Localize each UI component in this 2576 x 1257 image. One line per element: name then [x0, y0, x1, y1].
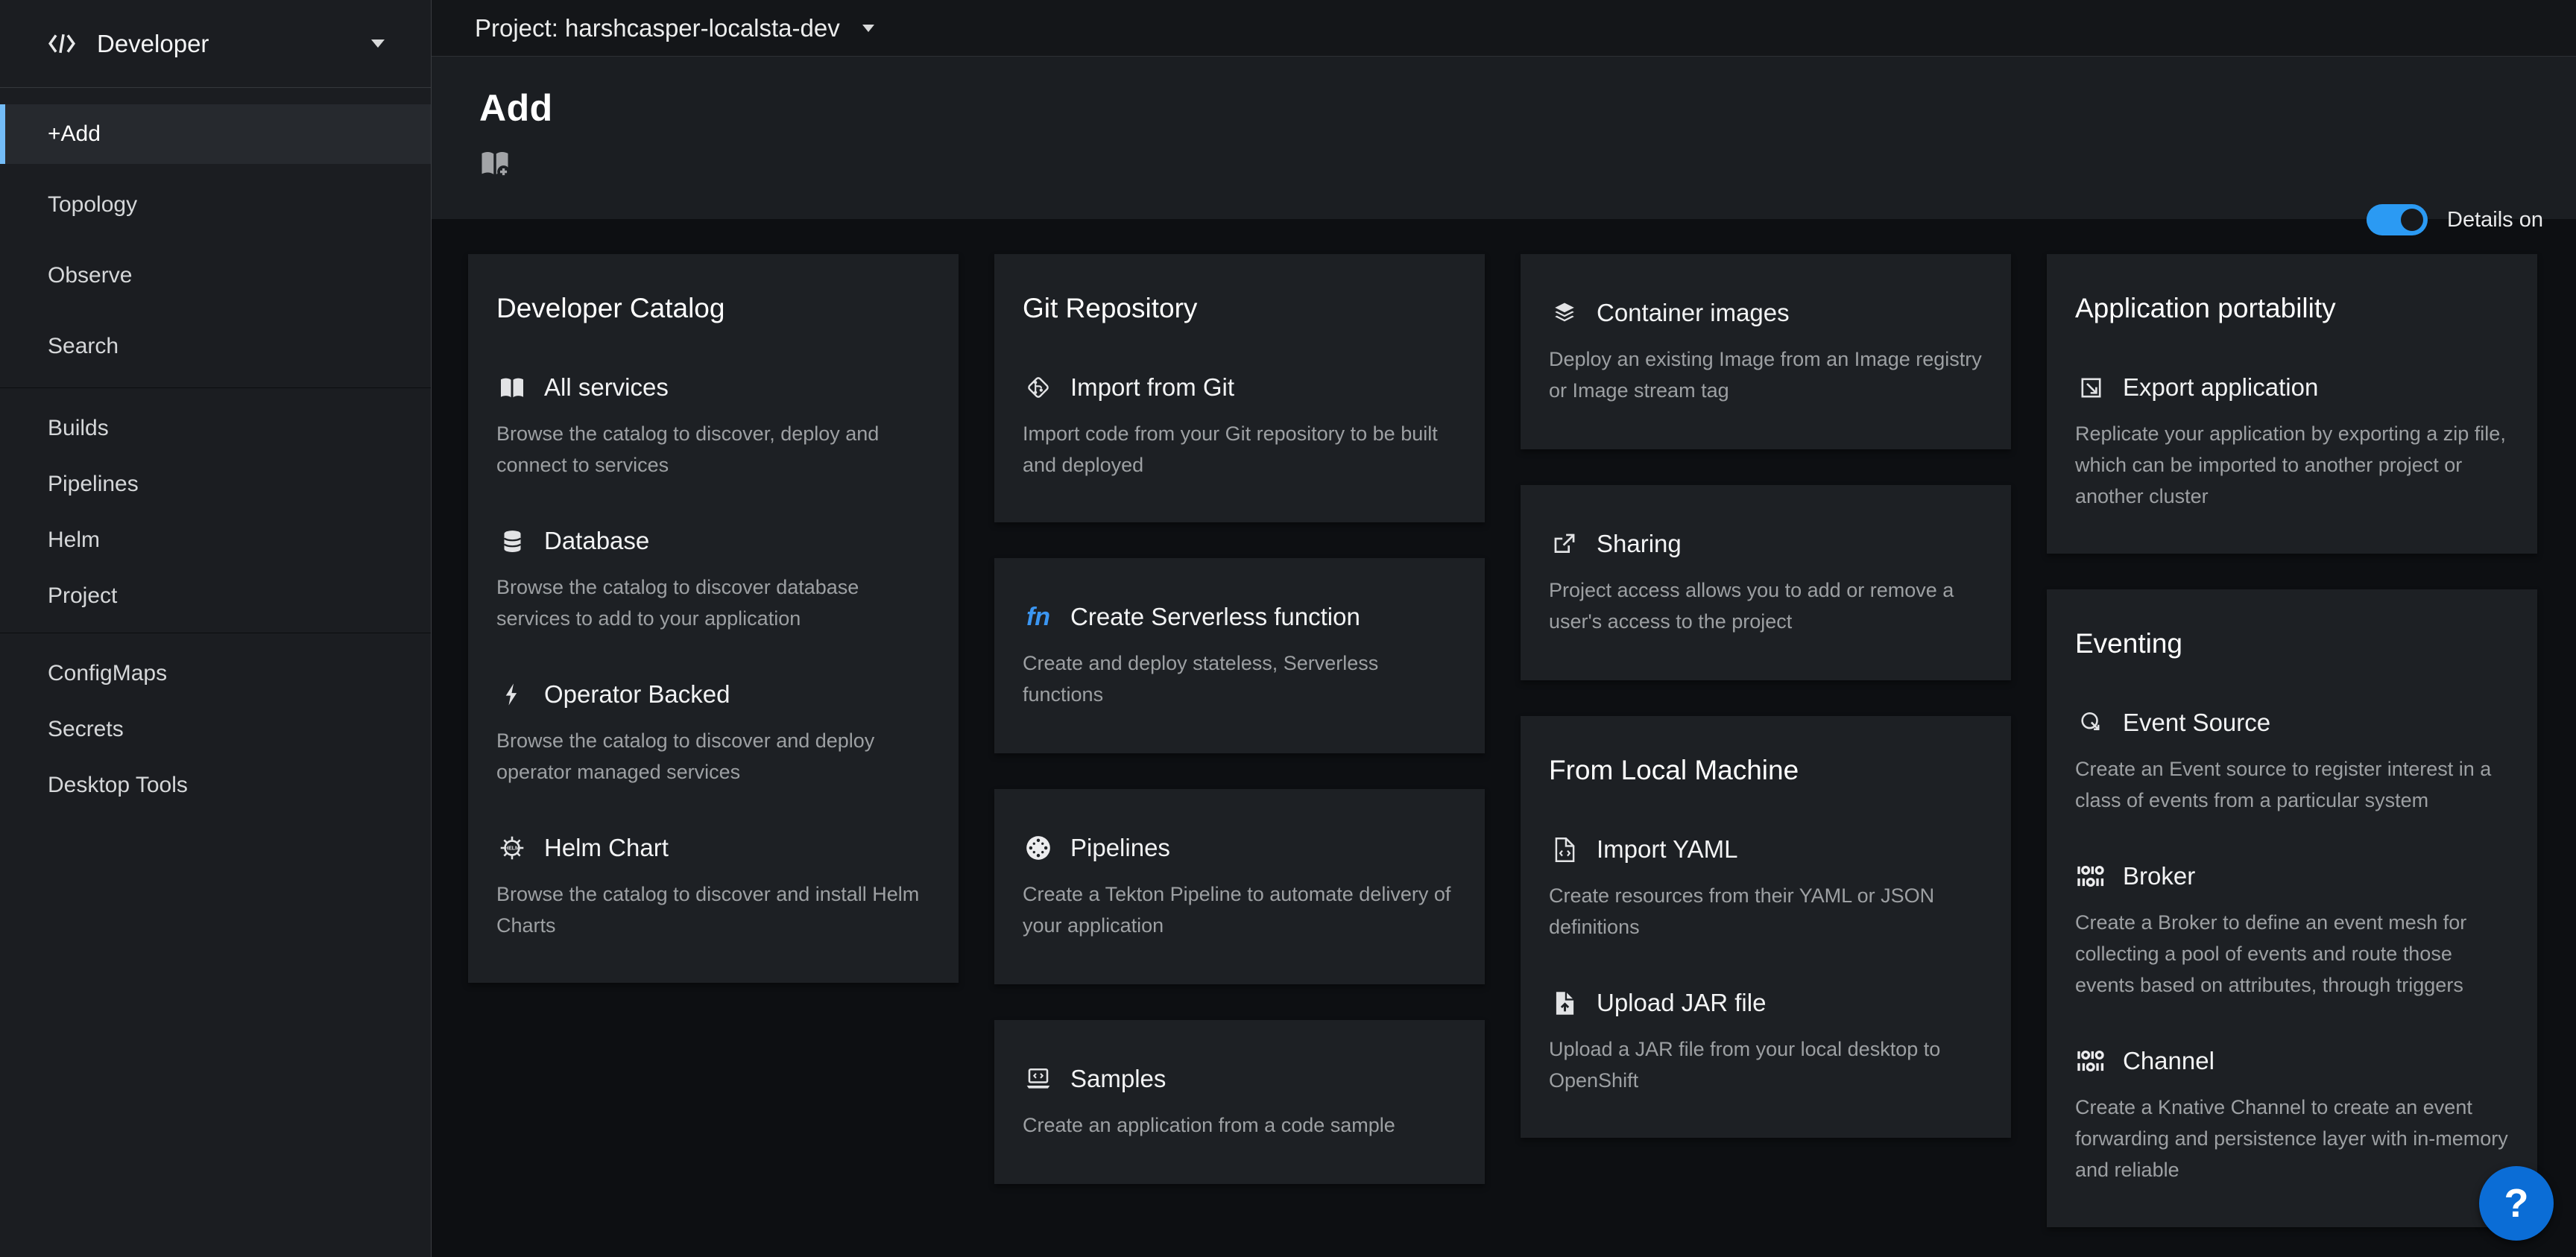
perspective-switcher[interactable]: Developer — [0, 0, 431, 88]
item-channel[interactable]: Channel Create a Knative Channel to crea… — [2075, 1045, 2509, 1185]
sidebar-item-search[interactable]: Search — [0, 317, 431, 376]
card-developer-catalog: Developer Catalog All services Browse th… — [468, 254, 959, 983]
item-helm-chart[interactable]: HELM Helm Chart Browse the catalog to di… — [496, 832, 930, 941]
item-export-application[interactable]: Export application Replicate your applic… — [2075, 372, 2509, 512]
card-eventing: Eventing Event Source Create an Event s — [2047, 589, 2537, 1227]
export-application-icon — [2075, 372, 2106, 403]
item-import-from-git[interactable]: Import from Git Import code from your Gi… — [1023, 372, 1456, 481]
card-git-repository: Git Repository Import from — [994, 254, 1485, 522]
sidebar-item-observe[interactable]: Observe — [0, 246, 431, 305]
sidebar-divider — [0, 387, 431, 388]
card-from-local-machine: From Local Machine Import YAML Create r — [1521, 716, 2011, 1138]
database-icon — [496, 525, 528, 557]
main-area: Project: harshcasper-localsta-dev Add De… — [432, 0, 2576, 1257]
card-title: Eventing — [2075, 628, 2509, 659]
sidebar-nav: +Add Topology Observe Search Builds Pipe… — [0, 88, 431, 829]
quickstart-book-plus-icon[interactable] — [479, 148, 511, 179]
share-icon — [1549, 528, 1580, 560]
sidebar-item-helm[interactable]: Helm — [0, 512, 431, 568]
bolt-icon — [496, 679, 528, 710]
sidebar-item-project[interactable]: Project — [0, 568, 431, 624]
item-pipelines[interactable]: Pipelines Create a Tekton Pipeline to au… — [1023, 832, 1456, 941]
sidebar-item-add[interactable]: +Add — [0, 104, 431, 164]
layers-icon — [1549, 297, 1580, 329]
card-samples: Samples Create an application from a cod… — [994, 1020, 1485, 1184]
project-bar: Project: harshcasper-localsta-dev — [432, 0, 2576, 57]
pipelines-icon — [1023, 832, 1054, 864]
card-sharing: Sharing Project access allows you to add… — [1521, 485, 2011, 680]
card-title: Developer Catalog — [496, 293, 930, 324]
card-column: Application portability Export applicati… — [2047, 254, 2537, 1227]
upload-jar-file-icon — [1549, 987, 1580, 1019]
item-operator-backed[interactable]: Operator Backed Browse the catalog to di… — [496, 679, 930, 788]
item-sharing[interactable]: Sharing Project access allows you to add… — [1549, 528, 1983, 637]
page-header: Add Details on — [432, 57, 2576, 219]
item-database[interactable]: Database Browse the catalog to discover … — [496, 525, 930, 634]
item-broker[interactable]: Broker Create a Broker to define an even… — [2075, 861, 2509, 1001]
import-yaml-file-icon — [1549, 834, 1580, 865]
samples-laptop-icon — [1023, 1063, 1054, 1095]
sidebar-item-desktop-tools[interactable]: Desktop Tools — [0, 757, 431, 813]
perspective-label: Developer — [97, 30, 209, 58]
item-event-source[interactable]: Event Source Create an Event source to r… — [2075, 707, 2509, 816]
project-selector[interactable]: Project: harshcasper-localsta-dev — [475, 14, 840, 42]
sidebar-item-secrets[interactable]: Secrets — [0, 701, 431, 757]
page-title: Add — [479, 86, 2543, 130]
details-toggle[interactable] — [2367, 204, 2428, 235]
sidebar-item-builds[interactable]: Builds — [0, 400, 431, 456]
chevron-down-icon[interactable] — [862, 25, 874, 32]
helm-icon: HELM — [496, 832, 528, 864]
sidebar-item-topology[interactable]: Topology — [0, 175, 431, 235]
card-column: Developer Catalog All services Browse th… — [468, 254, 959, 983]
card-application-portability: Application portability Export applicati… — [2047, 254, 2537, 554]
sidebar-item-configmaps[interactable]: ConfigMaps — [0, 645, 431, 701]
item-samples[interactable]: Samples Create an application from a cod… — [1023, 1063, 1456, 1141]
code-icon — [46, 28, 78, 60]
sidebar-item-pipelines[interactable]: Pipelines — [0, 456, 431, 512]
card-title: From Local Machine — [1549, 755, 1983, 786]
help-button[interactable]: ? — [2479, 1166, 2554, 1241]
card-container-images: Container images Deploy an existing Imag… — [1521, 254, 2011, 449]
item-import-yaml[interactable]: Import YAML Create resources from their … — [1549, 834, 1983, 943]
toggle-knob — [2401, 209, 2423, 231]
card-column: Container images Deploy an existing Imag… — [1521, 254, 2011, 1138]
channel-binary-icon — [2075, 1045, 2106, 1077]
item-container-images[interactable]: Container images Deploy an existing Imag… — [1549, 297, 1983, 406]
sidebar: Developer +Add Topology Observe Search B… — [0, 0, 432, 1257]
item-all-services[interactable]: All services Browse the catalog to disco… — [496, 372, 930, 481]
add-page-content: Developer Catalog All services Browse th… — [432, 219, 2576, 1257]
card-title: Application portability — [2075, 293, 2509, 324]
event-source-icon — [2075, 707, 2106, 738]
details-toggle-label: Details on — [2447, 208, 2543, 232]
git-icon — [1023, 372, 1054, 403]
card-serverless-function: fn Create Serverless function Create and… — [994, 558, 1485, 753]
card-title: Git Repository — [1023, 293, 1456, 324]
chevron-down-icon — [371, 39, 385, 48]
catalog-book-icon — [496, 372, 528, 403]
card-column: Git Repository Import from — [994, 254, 1485, 1184]
card-pipelines: Pipelines Create a Tekton Pipeline to au… — [994, 789, 1485, 984]
serverless-fn-icon: fn — [1023, 601, 1054, 633]
broker-binary-icon — [2075, 861, 2106, 892]
item-create-serverless-function[interactable]: fn Create Serverless function Create and… — [1023, 601, 1456, 710]
svg-text:HELM: HELM — [505, 846, 520, 852]
item-upload-jar-file[interactable]: Upload JAR file Upload a JAR file from y… — [1549, 987, 1983, 1096]
